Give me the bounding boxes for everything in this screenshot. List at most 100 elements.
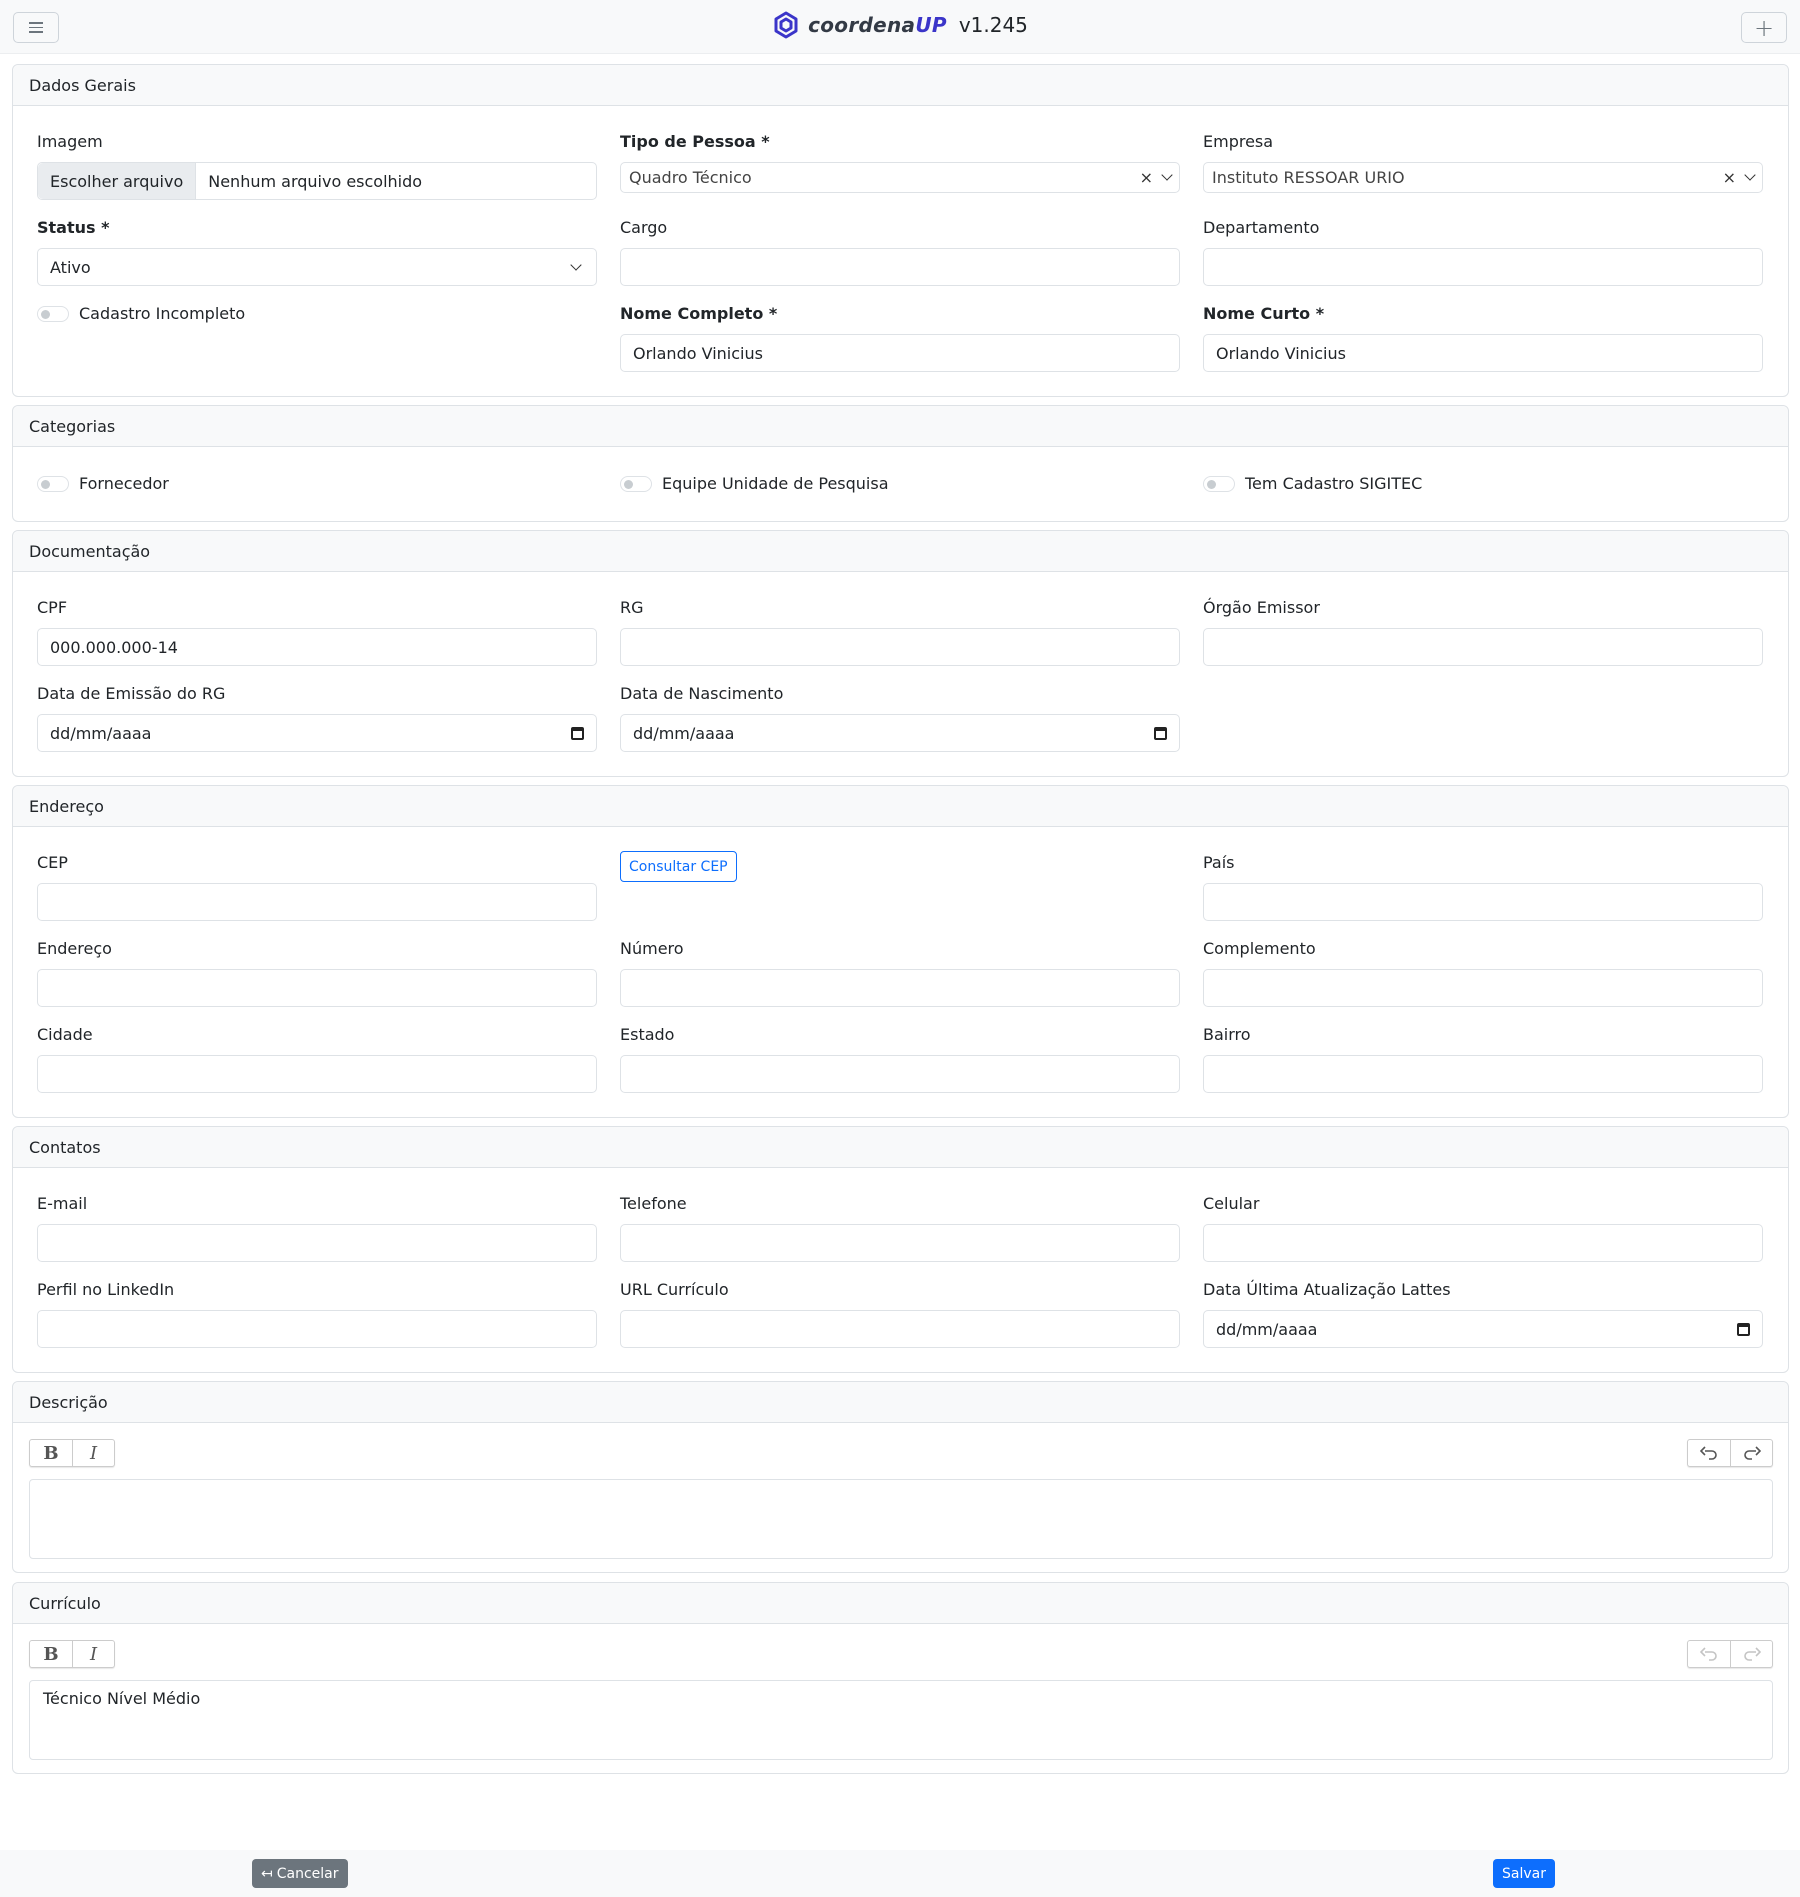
card-curriculo: Currículo B I Técnico Nível Médio [12, 1582, 1789, 1774]
chevron-down-icon [1161, 169, 1173, 181]
label-cidade: Cidade [37, 1025, 93, 1044]
cadastro-incompleto-label: Cadastro Incompleto [79, 304, 246, 323]
italic-button[interactable]: I [72, 1641, 114, 1667]
fornecedor-label: Fornecedor [79, 474, 169, 493]
redo-button[interactable] [1730, 1440, 1772, 1466]
undo-button[interactable] [1688, 1641, 1730, 1667]
chevron-down-icon [570, 258, 582, 271]
equipe-label: Equipe Unidade de Pesquisa [662, 474, 889, 493]
consultar-cep-button[interactable]: Consultar CEP [620, 851, 737, 882]
date-placeholder: dd/mm/aaaa [1216, 1319, 1318, 1339]
bold-button[interactable]: B [30, 1641, 72, 1667]
label-nome-curto: Nome Curto * [1203, 304, 1325, 323]
label-rg: RG [620, 598, 644, 617]
equipe-switch-row[interactable]: Equipe Unidade de Pesquisa [620, 474, 889, 493]
departamento-input[interactable] [1203, 248, 1763, 286]
cep-input[interactable] [37, 883, 597, 921]
cpf-input[interactable]: 000.000.000-14 [37, 628, 597, 666]
data-emissao-input[interactable]: dd/mm/aaaa [37, 714, 597, 752]
label-pais: País [1203, 853, 1235, 872]
cancel-button[interactable]: ↤ Cancelar [252, 1859, 348, 1888]
orgao-emissor-input[interactable] [1203, 628, 1763, 666]
save-button[interactable]: Salvar [1493, 1859, 1555, 1888]
calendar-icon[interactable] [1154, 726, 1167, 740]
url-curriculo-input[interactable] [620, 1310, 1180, 1348]
redo-button[interactable] [1730, 1641, 1772, 1667]
card-header: Categorias [13, 406, 1788, 447]
image-file-input[interactable]: Escolher arquivo Nenhum arquivo escolhid… [37, 162, 597, 200]
bairro-input[interactable] [1203, 1055, 1763, 1093]
label-numero: Número [620, 939, 684, 958]
label-cpf: CPF [37, 598, 68, 617]
linkedin-input[interactable] [37, 1310, 597, 1348]
empresa-value: Instituto RESSOAR URIO [1212, 168, 1405, 187]
cadastro-incompleto-switch-row[interactable]: Cadastro Incompleto [37, 304, 245, 323]
cancel-label: Cancelar [276, 1865, 339, 1882]
nome-completo-input[interactable]: Orlando Vinicius [620, 334, 1180, 372]
celular-input[interactable] [1203, 1224, 1763, 1262]
sigitec-switch-row[interactable]: Tem Cadastro SIGITEC [1203, 474, 1422, 493]
calendar-icon[interactable] [1737, 1322, 1750, 1336]
undo-icon [1700, 1647, 1717, 1661]
plus-icon: + [1753, 13, 1775, 42]
cidade-input[interactable] [37, 1055, 597, 1093]
status-select[interactable]: Ativo [37, 248, 597, 286]
card-header: Contatos [13, 1127, 1788, 1168]
tipo-pessoa-value: Quadro Técnico [629, 168, 752, 187]
label-estado: Estado [620, 1025, 675, 1044]
label-imagem: Imagem [37, 132, 103, 151]
nome-curto-input[interactable]: Orlando Vinicius [1203, 334, 1763, 372]
sigitec-switch[interactable] [1203, 475, 1235, 492]
date-placeholder: dd/mm/aaaa [50, 723, 152, 743]
telefone-input[interactable] [620, 1224, 1180, 1262]
label-status: Status * [37, 218, 110, 237]
brand-name: coordenaUP [808, 13, 947, 37]
complemento-input[interactable] [1203, 969, 1763, 1007]
clear-icon[interactable]: × [1723, 168, 1736, 187]
estado-input[interactable] [620, 1055, 1180, 1093]
descricao-editor[interactable] [29, 1479, 1773, 1559]
label-cep: CEP [37, 853, 68, 872]
curriculo-editor[interactable]: Técnico Nível Médio [29, 1680, 1773, 1760]
data-lattes-input[interactable]: dd/mm/aaaa [1203, 1310, 1763, 1348]
equipe-switch[interactable] [620, 475, 652, 492]
calendar-icon[interactable] [571, 726, 584, 740]
date-placeholder: dd/mm/aaaa [633, 723, 735, 743]
logo-icon [774, 11, 798, 39]
pais-input[interactable] [1203, 883, 1763, 921]
clear-icon[interactable]: × [1140, 168, 1153, 187]
label-tipo-pessoa: Tipo de Pessoa * [620, 132, 770, 151]
top-navbar: coordenaUP v1.245 + [0, 0, 1800, 54]
redo-icon [1743, 1647, 1761, 1661]
label-data-emissao: Data de Emissão do RG [37, 684, 226, 703]
sigitec-label: Tem Cadastro SIGITEC [1245, 474, 1423, 493]
email-input[interactable] [37, 1224, 597, 1262]
empresa-select[interactable]: Instituto RESSOAR URIO × [1203, 162, 1763, 193]
cadastro-incompleto-switch[interactable] [37, 305, 69, 322]
tipo-pessoa-select[interactable]: Quadro Técnico × [620, 162, 1180, 193]
data-nascimento-input[interactable]: dd/mm/aaaa [620, 714, 1180, 752]
card-categorias: Categorias Fornecedor Equipe Unidade de … [12, 405, 1789, 522]
label-data-lattes: Data Última Atualização Lattes [1203, 1280, 1451, 1299]
add-button[interactable]: + [1741, 12, 1787, 43]
fornecedor-switch-row[interactable]: Fornecedor [37, 474, 169, 493]
choose-file-button[interactable]: Escolher arquivo [38, 163, 197, 199]
numero-input[interactable] [620, 969, 1180, 1007]
rg-input[interactable] [620, 628, 1180, 666]
card-dados-gerais: Dados Gerais Imagem Escolher arquivo Nen… [12, 64, 1789, 397]
format-toolbar: B I [29, 1640, 115, 1668]
form-footer: ↤ Cancelar Salvar [0, 1850, 1800, 1897]
italic-button[interactable]: I [72, 1440, 114, 1466]
label-complemento: Complemento [1203, 939, 1316, 958]
bold-button[interactable]: B [30, 1440, 72, 1466]
endereco-input[interactable] [37, 969, 597, 1007]
cargo-input[interactable] [620, 248, 1180, 286]
undo-button[interactable] [1688, 1440, 1730, 1466]
format-toolbar: B I [29, 1439, 115, 1467]
label-empresa: Empresa [1203, 132, 1274, 151]
label-endereco: Endereço [37, 939, 112, 958]
fornecedor-switch[interactable] [37, 475, 69, 492]
card-header: Dados Gerais [13, 65, 1788, 106]
card-documentacao: Documentação CPF 000.000.000-14 RG Órgão… [12, 530, 1789, 777]
card-contatos: Contatos E-mail Telefone Celular Perfil … [12, 1126, 1789, 1373]
